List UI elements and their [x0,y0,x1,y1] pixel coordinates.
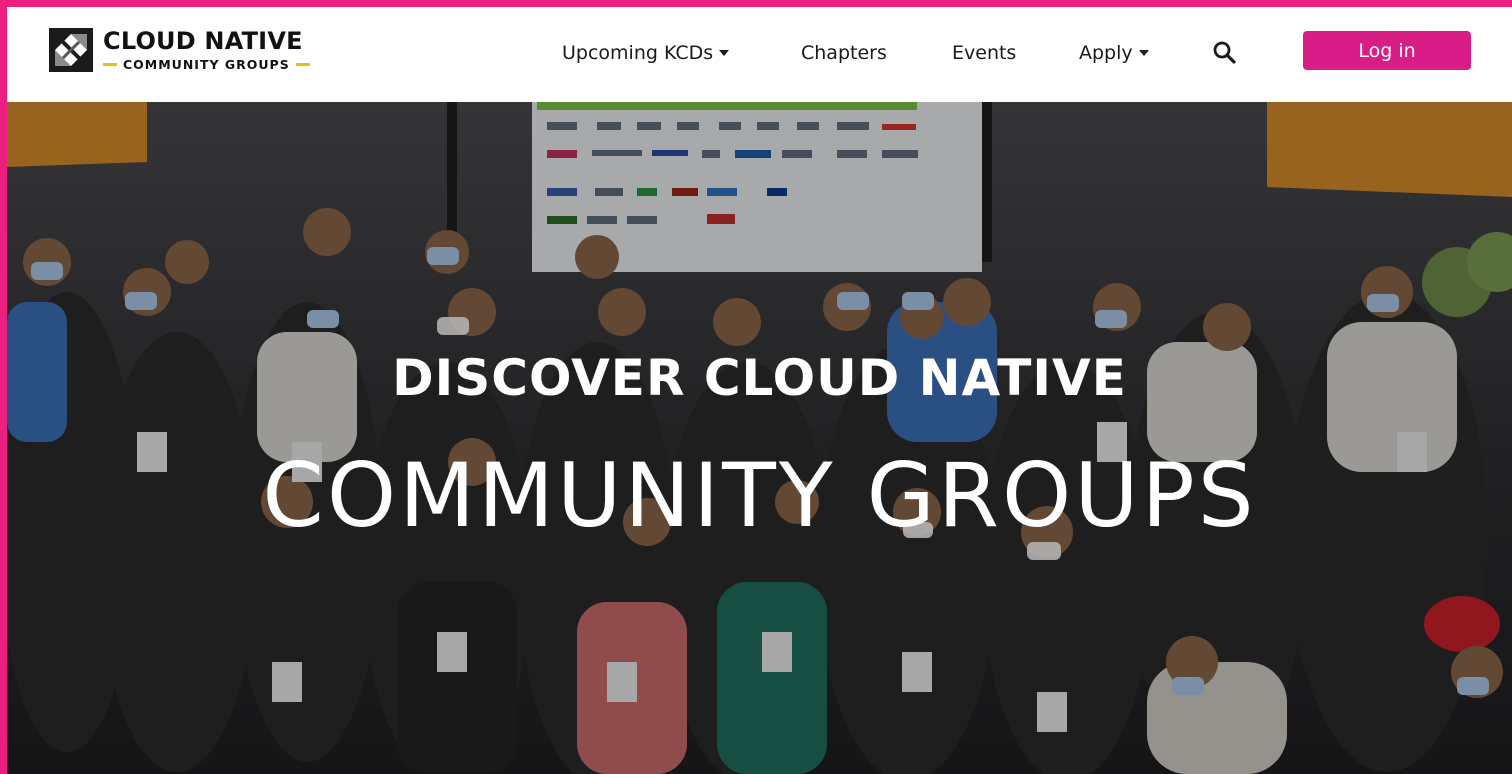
login-button[interactable]: Log in [1303,31,1471,70]
chevron-down-icon [719,50,730,56]
nav-chapters-label: Chapters [801,42,887,64]
chevron-down-icon [1138,50,1149,56]
nav-events-label: Events [952,42,1017,64]
page: CLOUD NATIVE COMMUNITY GROUPS Upcoming K… [7,7,1512,774]
nav-apply-label: Apply [1079,42,1133,64]
search-icon [1213,41,1236,64]
main-nav: Upcoming KCDs Chapters Events Apply Log … [7,7,1512,102]
site-header: CLOUD NATIVE COMMUNITY GROUPS Upcoming K… [7,7,1512,102]
nav-events[interactable]: Events [952,38,1016,68]
nav-upcoming-kcds-label: Upcoming KCDs [562,42,714,64]
nav-chapters[interactable]: Chapters [801,38,887,68]
nav-apply[interactable]: Apply [1079,38,1149,68]
hero-headline: DISCOVER CLOUD NATIVE [392,349,1127,407]
browser-frame: CLOUD NATIVE COMMUNITY GROUPS Upcoming K… [0,0,1512,774]
hero-subheadline: COMMUNITY GROUPS [262,444,1257,547]
hero-banner: DISCOVER CLOUD NATIVE COMMUNITY GROUPS [7,102,1512,774]
search-button[interactable] [1212,40,1238,66]
nav-upcoming-kcds[interactable]: Upcoming KCDs [562,38,730,68]
hero-dark-overlay [7,102,1512,774]
